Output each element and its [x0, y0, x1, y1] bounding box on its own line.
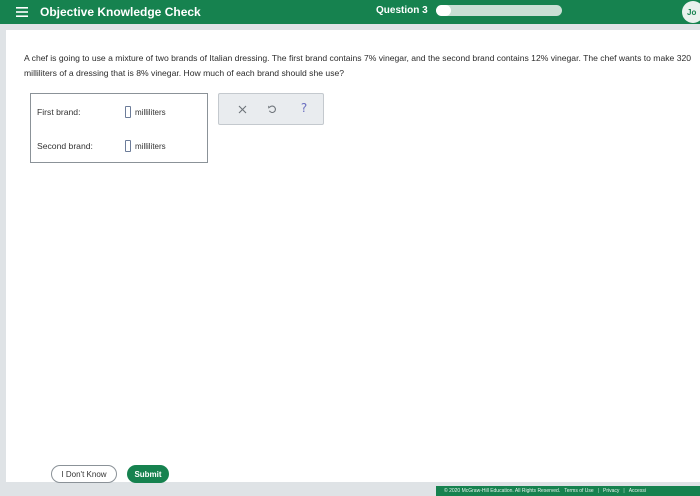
- privacy-link[interactable]: Privacy: [603, 488, 619, 494]
- question-label: Question 3: [376, 5, 428, 16]
- avatar[interactable]: Jo: [682, 1, 700, 23]
- answer-tools: ?: [218, 93, 324, 125]
- first-brand-label: First brand:: [37, 107, 81, 117]
- progress-bar: [436, 5, 562, 16]
- page: Objective Knowledge Check Question 3 Jo …: [0, 0, 700, 496]
- footer-separator: |: [597, 488, 599, 494]
- first-brand-input[interactable]: [125, 106, 131, 118]
- problem-statement: A chef is going to use a mixture of two …: [24, 53, 692, 78]
- close-icon[interactable]: [235, 102, 249, 116]
- progress-fill: [436, 5, 452, 16]
- second-brand-input[interactable]: [125, 140, 131, 152]
- terms-link[interactable]: Terms of Use: [564, 488, 593, 494]
- copyright-text: © 2020 McGraw-Hill Education. All Rights…: [444, 488, 561, 494]
- footer-separator: |: [623, 488, 625, 494]
- menu-icon[interactable]: [10, 0, 34, 24]
- first-brand-unit: milliliters: [135, 107, 166, 117]
- second-brand-label: Second brand:: [37, 141, 93, 151]
- help-icon-glyph: ?: [300, 101, 308, 115]
- legal-footer: © 2020 McGraw-Hill Education. All Rights…: [436, 486, 700, 496]
- header-bar: Objective Knowledge Check Question 3 Jo: [0, 0, 700, 24]
- second-brand-unit: milliliters: [135, 141, 166, 151]
- answer-box: First brand: milliliters Second brand: m…: [30, 93, 208, 163]
- undo-icon[interactable]: [265, 102, 279, 116]
- question-panel: A chef is going to use a mixture of two …: [6, 30, 700, 482]
- submit-button[interactable]: Submit: [127, 465, 169, 483]
- dont-know-button[interactable]: I Don't Know: [51, 465, 117, 483]
- help-icon[interactable]: ?: [297, 101, 311, 115]
- accessibility-link[interactable]: Accessi: [629, 488, 646, 494]
- app-title: Objective Knowledge Check: [40, 5, 201, 19]
